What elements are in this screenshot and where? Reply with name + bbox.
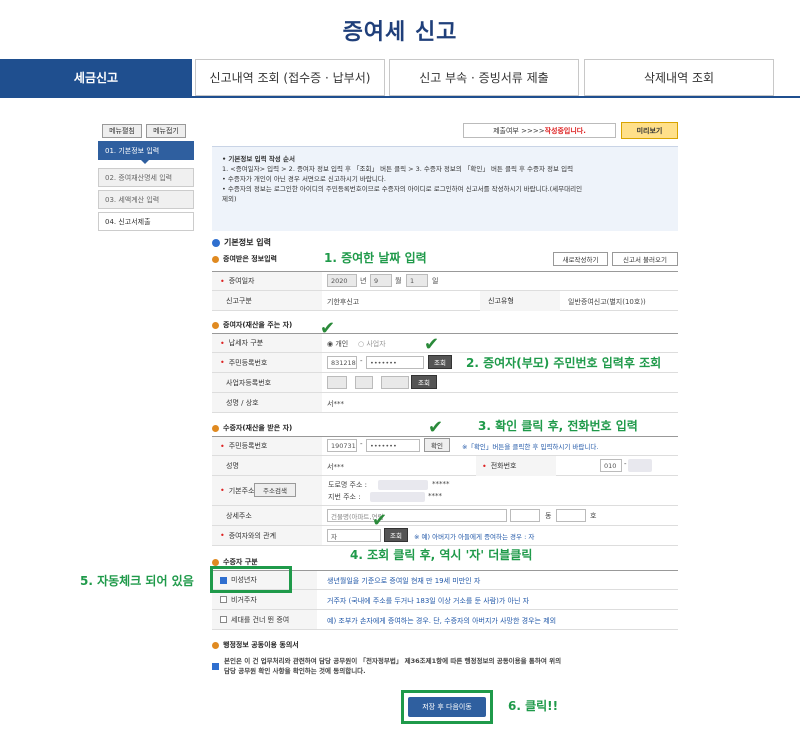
phone-prefix[interactable]: 010: [600, 459, 622, 472]
step-arrow-icon: [141, 160, 149, 164]
step-submit[interactable]: 04. 신고서제출: [98, 212, 194, 231]
year-select[interactable]: 2020: [327, 274, 357, 287]
consent-text-2: 담당 공무원 확인 사항을 확인하는 것에 동의합니다.: [224, 667, 366, 675]
checkmark-icon: ✔: [424, 334, 440, 355]
donor-section-title: 증여자(재산을 주는 자): [212, 320, 292, 330]
gift-date-row: • 증여일자: [212, 271, 678, 291]
nonresident-checkbox[interactable]: [220, 596, 227, 603]
page-title: 증여세 신고: [342, 20, 458, 45]
donor-rrn-front[interactable]: 831218: [327, 356, 357, 369]
recipient-name-value: 서***: [327, 463, 344, 471]
step-tax-calc[interactable]: 03. 세액계산 입력: [98, 190, 194, 209]
month-select[interactable]: 9: [370, 274, 392, 287]
consent-text-1: 본인은 이 건 업무처리와 관련하여 담당 공무원이 「전자정부법」 제36조제…: [224, 657, 562, 665]
report-type-value: 기한후신고: [327, 298, 360, 306]
dong-input[interactable]: [510, 509, 540, 522]
bullet-icon: [212, 424, 219, 432]
info-line: 제외): [222, 195, 237, 203]
annotation-6: 6. 클릭!!: [508, 699, 559, 713]
annotation-1: 1. 증여한 날짜 입력: [324, 251, 427, 265]
submit-status-state: 작성중입니다.: [544, 126, 586, 135]
tab-bar: 세금신고 신고내역 조회 (접수증 · 납부서) 신고 부속 · 증빙서류 제출…: [0, 59, 800, 97]
recipient-rrn-back[interactable]: •••••••: [366, 439, 420, 452]
donor-name-value: 서***: [327, 400, 344, 408]
info-line: • 수증자가 개인이 아닌 경우 서면으로 신고하시기 바랍니다.: [222, 175, 386, 183]
donor-rrn-back[interactable]: •••••••: [366, 356, 424, 369]
tab-deleted-history[interactable]: 삭제내역 조회: [584, 59, 774, 96]
biz-number-3[interactable]: [381, 376, 409, 389]
report-kind-value: 일반증여신고(별지(10호)): [568, 298, 646, 306]
tab-underline: [0, 96, 800, 98]
bullet-icon: [212, 238, 220, 247]
menu-collapse-button[interactable]: 메뉴접기: [146, 124, 186, 138]
received-info-title: 증여받은 정보입력: [212, 254, 277, 264]
new-write-button[interactable]: 새로작성하기: [553, 252, 608, 266]
step-basic-info[interactable]: 01. 기본정보 입력: [98, 141, 194, 160]
bullet-icon: [212, 255, 219, 263]
biz-number-2[interactable]: [355, 376, 373, 389]
highlight-minor-box: [210, 566, 292, 593]
nonresident-desc: 거주자 (국내에 주소를 두거나 183일 이상 거소를 둔 사람)가 아닌 자: [327, 597, 530, 605]
info-line: • 수증자의 정보는 로그인한 아이디의 주민등록번호이므로 수증자의 아이디로…: [222, 185, 583, 193]
submit-status-label: 제출여부 >>>>: [493, 126, 545, 135]
load-report-button[interactable]: 신고서 불러오기: [612, 252, 678, 266]
radio-business[interactable]: ○ 사업자: [358, 339, 386, 349]
jibun-address: 지번 주소 :: [328, 493, 361, 501]
ho-input[interactable]: [556, 509, 586, 522]
tab-report-history[interactable]: 신고내역 조회 (접수증 · 납부서): [195, 59, 385, 96]
basic-section-title: 기본정보 입력: [212, 237, 271, 248]
day-select[interactable]: 1: [406, 274, 428, 287]
info-box: • 기본정보 입력 작성 순서 1. <증여일자> 입력 > 2. 증여자 정보…: [212, 146, 678, 231]
checkmark-icon: ✔: [428, 417, 444, 438]
checkmark-icon: ✔: [320, 318, 336, 339]
payer-type-row: • 납세자 구분: [212, 333, 678, 353]
skip-generation-checkbox[interactable]: [220, 616, 227, 623]
highlight-save-box: [401, 690, 493, 724]
recipient-rrn-front[interactable]: 190731: [327, 439, 357, 452]
relationship-note: ※ 예) 아버지가 아들에게 증여하는 경우 : 자: [414, 533, 535, 541]
recipient-section-title: 수증자(재산을 받은 자): [212, 423, 292, 433]
biz-number-1[interactable]: [327, 376, 347, 389]
annotation-4: 4. 조회 클릭 후, 역시 '자' 더블클릭: [350, 548, 533, 562]
phone-number-masked[interactable]: [628, 459, 652, 472]
annotation-2: 2. 증여자(부모) 주민번호 입력후 조회: [466, 356, 662, 370]
radio-person[interactable]: ◉ 개인: [327, 339, 348, 349]
bullet-icon: [212, 321, 219, 329]
annotation-5: 5. 자동체크 되어 있음: [80, 574, 194, 588]
skip-generation-desc: 예) 조부가 손자에게 증여하는 경우. 단, 수증자의 아버지가 사망한 경우…: [327, 617, 557, 625]
tab-attachments[interactable]: 신고 부속 · 증빙서류 제출: [389, 59, 579, 96]
road-address: 도로명 주소 :: [328, 481, 368, 489]
menu-expand-button[interactable]: 메뉴펼침: [102, 124, 142, 138]
annotation-3: 3. 확인 클릭 후, 전화번호 입력: [478, 419, 638, 433]
recipient-confirm-button[interactable]: 확인: [424, 438, 450, 452]
preview-button[interactable]: 미리보기: [621, 122, 678, 139]
submit-status: 제출여부 >>>> 작성중입니다.: [463, 123, 616, 138]
checkmark-icon: ✔: [372, 510, 388, 531]
bullet-icon: [212, 558, 219, 566]
minor-desc: 생년월일을 기준으로 증여일 현재 만 19세 미만인 자: [327, 577, 481, 585]
relationship-lookup-button[interactable]: 조회: [384, 528, 408, 542]
donor-name-row: 성명 / 상호: [212, 393, 678, 413]
address-search-button[interactable]: 주소검색: [254, 483, 296, 497]
info-heading: • 기본정보 입력 작성 순서: [222, 155, 296, 163]
bullet-icon: [212, 641, 219, 649]
consent-title: 행정정보 공동이용 동의서: [212, 640, 299, 650]
donor-lookup-button[interactable]: 조회: [428, 355, 452, 369]
info-line: 1. <증여일자> 입력 > 2. 증여자 정보 입력 후 「조회」 버튼 클릭…: [222, 165, 574, 173]
step-gift-property[interactable]: 02. 증여재산명세 입력: [98, 168, 194, 187]
biz-number-row: 사업자등록번호: [212, 373, 678, 393]
building-name-input[interactable]: 건물명(아파트,연립: [327, 509, 507, 522]
confirm-note: ※「확인」버튼을 클릭한 후 입력하시기 바랍니다.: [462, 443, 599, 451]
consent-checkbox[interactable]: [212, 656, 223, 675]
tab-tax-report[interactable]: 세금신고: [0, 59, 192, 96]
biz-lookup-button[interactable]: 조회: [411, 375, 437, 389]
